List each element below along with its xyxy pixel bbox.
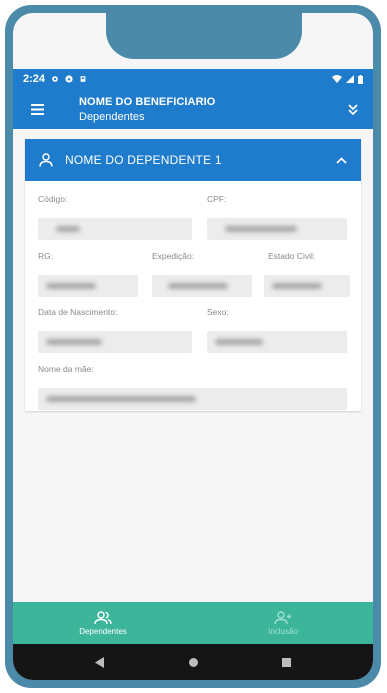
data-nascimento-field xyxy=(38,331,192,353)
dependent-card-header[interactable]: NOME DO DEPENDENTE 1 xyxy=(25,139,361,181)
screen: 2:24 NOME DO BENEFICIARIO Dependentes NO… xyxy=(13,13,373,680)
add-person-icon xyxy=(274,610,291,624)
people-icon xyxy=(94,610,112,624)
app-bar: NOME DO BENEFICIARIO Dependentes xyxy=(13,89,373,129)
signal-icon xyxy=(346,75,354,83)
estado-civil-field xyxy=(264,275,350,297)
recents-icon[interactable] xyxy=(282,657,291,667)
person-icon xyxy=(39,153,53,167)
app-title: NOME DO BENEFICIARIO xyxy=(79,95,216,108)
nome-mae-field xyxy=(38,388,347,410)
home-icon[interactable] xyxy=(189,657,198,667)
expedicao-field xyxy=(152,275,252,297)
dependent-card: NOME DO DEPENDENTE 1 Código: CPF: RG: Ex… xyxy=(25,139,361,411)
menu-icon xyxy=(30,103,44,115)
nav-label-inclusao: Inclusão xyxy=(268,626,298,636)
collapse-all-button[interactable] xyxy=(333,89,373,129)
bottom-navigation: Dependentes Inclusão xyxy=(13,602,373,644)
double-chevron-down-icon xyxy=(348,103,358,115)
battery-icon xyxy=(358,74,363,84)
nav-label-dependentes: Dependentes xyxy=(79,626,127,636)
chevron-up-icon xyxy=(335,156,347,164)
nav-dependentes[interactable]: Dependentes xyxy=(13,602,193,644)
nome-mae-label: Nome da mãe: xyxy=(38,364,94,374)
nav-inclusao[interactable]: Inclusão xyxy=(193,602,373,644)
settings-status-icon xyxy=(52,76,58,82)
data-nascimento-label: Data de Nascimento: xyxy=(38,307,118,317)
phone-frame: 2:24 NOME DO BENEFICIARIO Dependentes NO… xyxy=(5,5,381,688)
dependent-name: NOME DO DEPENDENTE 1 xyxy=(65,153,222,167)
phone-notch xyxy=(106,13,302,59)
cpf-field xyxy=(207,218,347,240)
rg-label: RG: xyxy=(38,251,54,261)
app-status-icon xyxy=(65,75,73,83)
expedicao-label: Expedição: xyxy=(152,251,195,261)
app-subtitle: Dependentes xyxy=(79,110,145,123)
codigo-field xyxy=(38,218,192,240)
collapse-card-button[interactable] xyxy=(321,139,361,181)
sexo-field xyxy=(207,331,347,353)
menu-button[interactable] xyxy=(13,89,61,129)
storage-status-icon xyxy=(80,76,86,82)
status-bar: 2:24 xyxy=(13,69,373,89)
cpf-label: CPF: xyxy=(207,194,227,204)
sexo-label: Sexo: xyxy=(207,307,229,317)
codigo-label: Código: xyxy=(38,194,68,204)
back-icon[interactable] xyxy=(95,656,105,668)
wifi-icon xyxy=(332,75,342,83)
estado-civil-label: Estado Civil: xyxy=(268,251,316,261)
system-navigation-bar xyxy=(13,644,373,680)
status-time: 2:24 xyxy=(23,73,46,85)
rg-field xyxy=(38,275,138,297)
